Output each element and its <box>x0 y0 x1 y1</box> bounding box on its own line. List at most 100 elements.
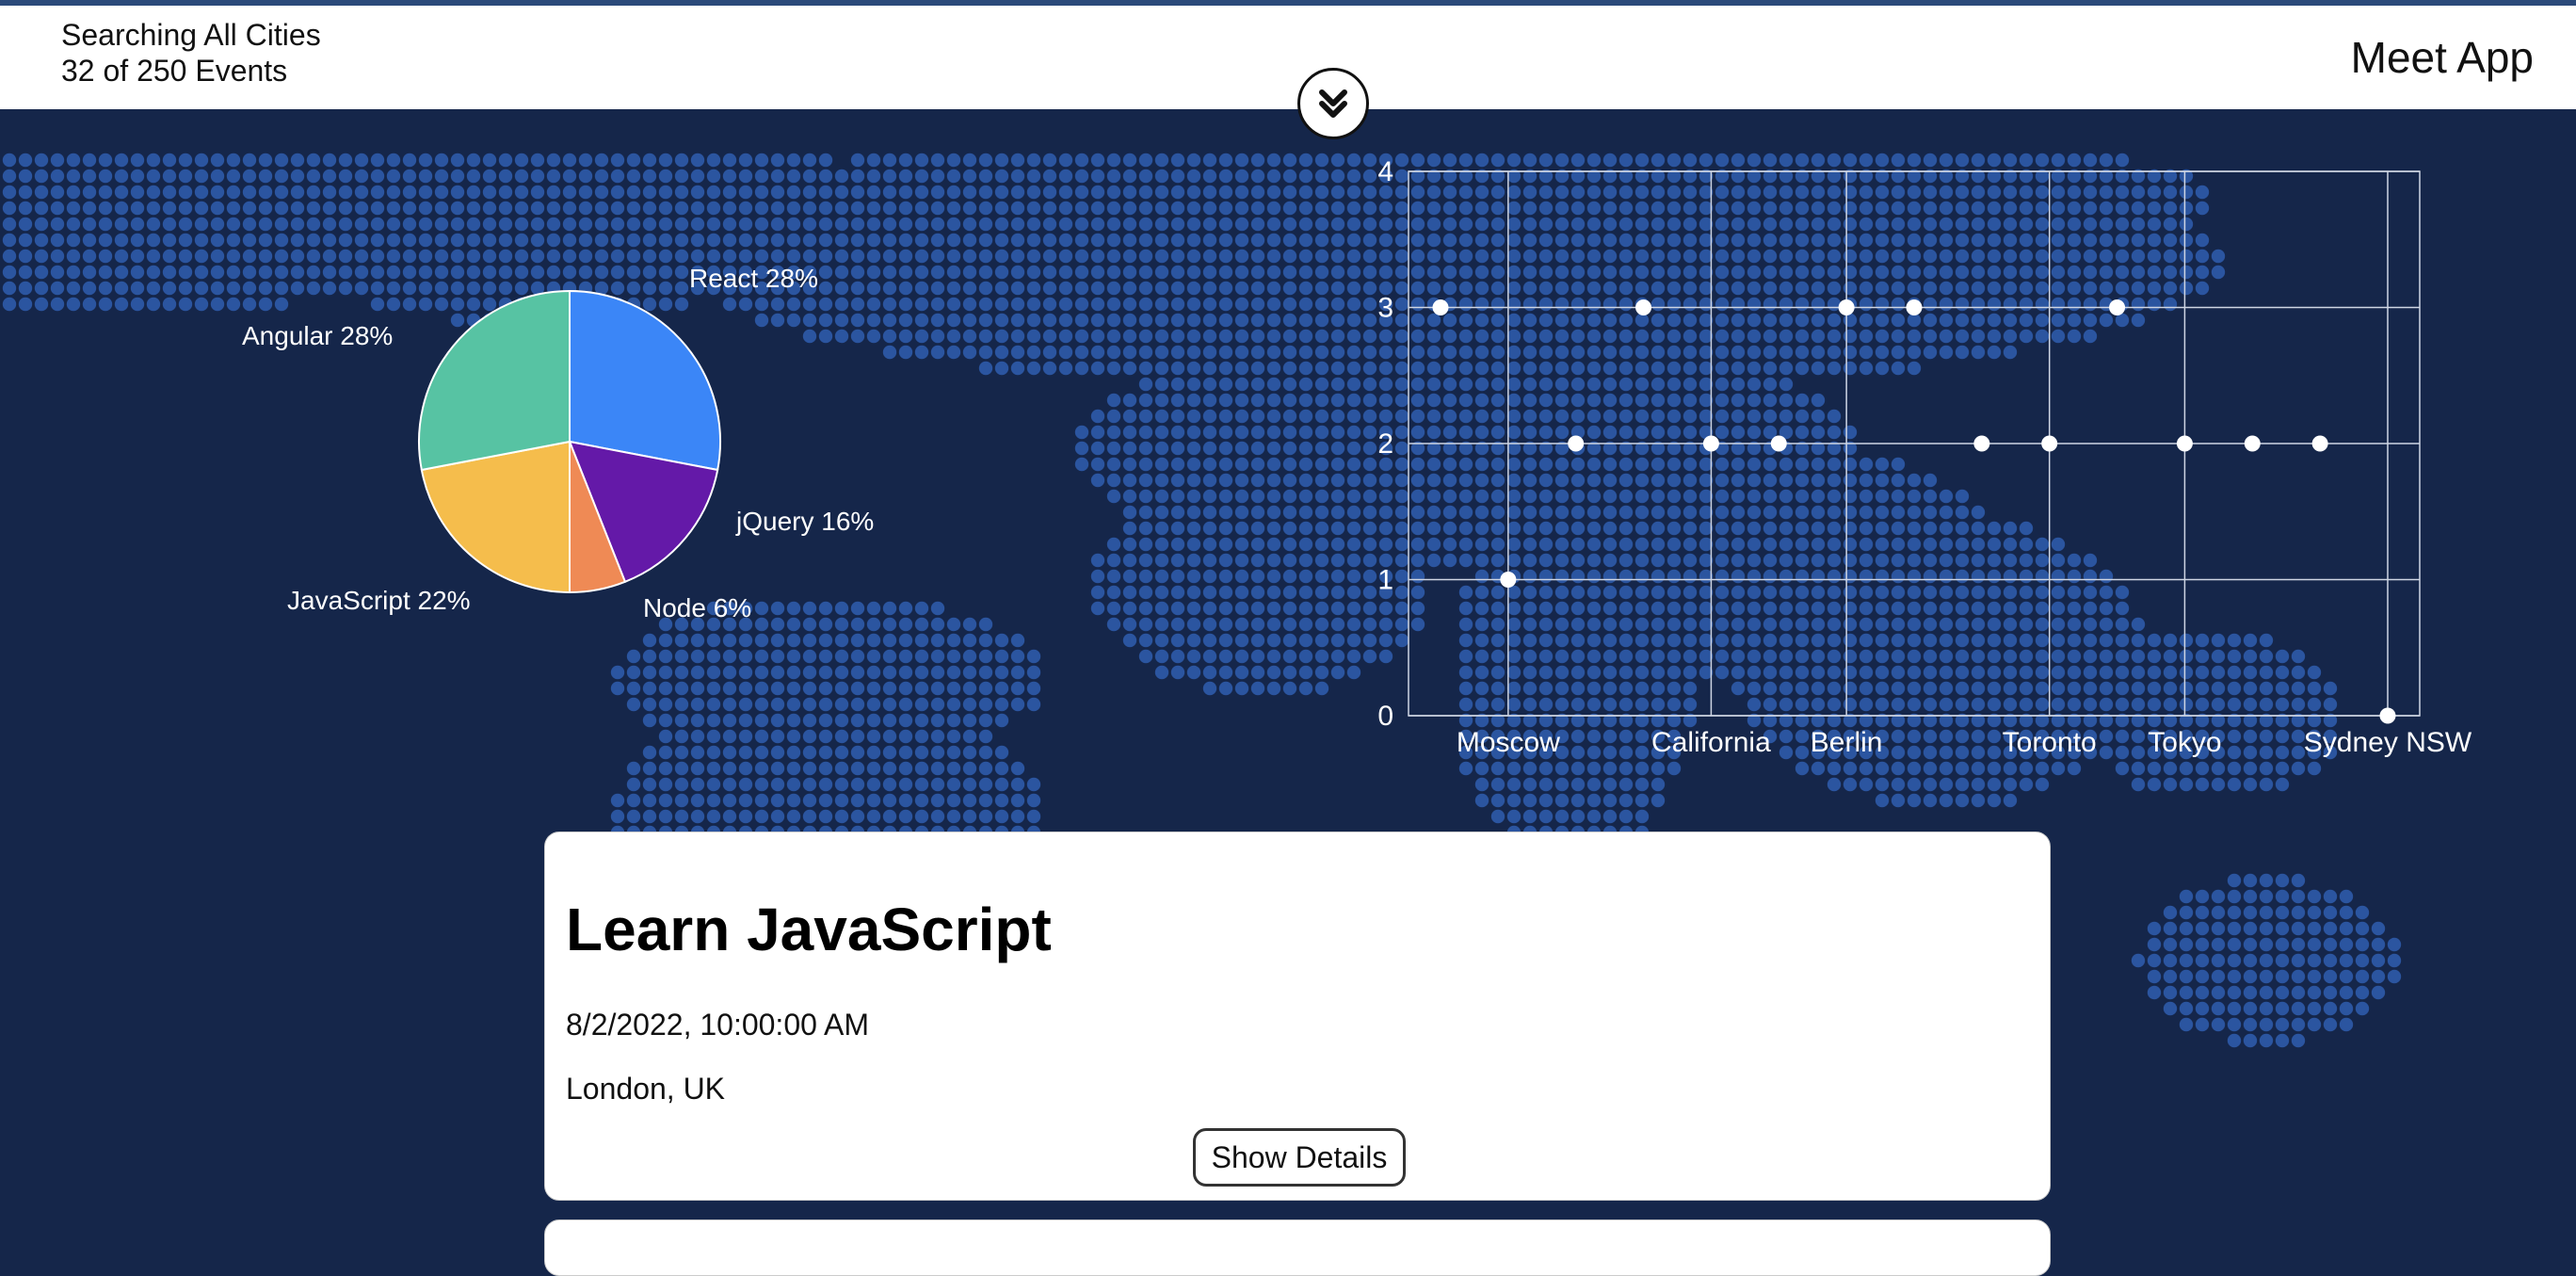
map-dot <box>242 153 257 168</box>
map-dot <box>1170 489 1185 504</box>
map-dot <box>914 761 929 776</box>
map-dot <box>1106 281 1121 296</box>
map-dot <box>1618 777 1634 792</box>
map-dot <box>498 185 513 200</box>
map-dot <box>674 793 689 808</box>
map-dot <box>2 153 17 168</box>
map-dot <box>2195 1017 2210 1032</box>
map-dot <box>1891 793 1906 808</box>
map-dot <box>2179 1001 2194 1016</box>
map-dot <box>466 217 481 232</box>
map-dot <box>834 745 849 760</box>
map-dot <box>338 169 353 184</box>
map-dot <box>1138 633 1153 648</box>
map-dot <box>578 201 593 216</box>
map-dot <box>978 681 993 696</box>
map-dot <box>2291 985 2306 1000</box>
map-dot <box>2147 921 2162 936</box>
map-dot <box>1170 281 1185 296</box>
map-dot <box>1282 185 1297 200</box>
map-dot <box>2131 777 2146 792</box>
scatter-point <box>2311 435 2328 452</box>
map-dot <box>930 665 945 680</box>
map-dot <box>2291 889 2306 904</box>
map-dot <box>1218 681 1233 696</box>
map-dot <box>1298 489 1313 504</box>
map-dot <box>50 297 65 312</box>
map-dot <box>2195 777 2210 792</box>
map-dot <box>674 665 689 680</box>
map-dot <box>626 185 641 200</box>
map-dot <box>1282 681 1297 696</box>
map-dot <box>994 201 1009 216</box>
map-dot <box>930 681 945 696</box>
map-dot <box>2195 921 2210 936</box>
map-dot <box>786 713 801 728</box>
map-dot <box>130 265 145 280</box>
show-details-button[interactable]: Show Details <box>1193 1128 1406 1187</box>
map-dot <box>1250 617 1265 632</box>
map-dot <box>18 153 33 168</box>
map-dot <box>2243 921 2258 936</box>
map-dot <box>1202 569 1217 584</box>
map-dot <box>1186 185 1201 200</box>
map-dot <box>834 185 849 200</box>
y-tick-label: 0 <box>1377 701 1393 732</box>
map-dot <box>130 297 145 312</box>
map-dot <box>114 281 129 296</box>
map-dot <box>1154 233 1169 248</box>
map-dot <box>34 281 49 296</box>
map-dot <box>578 153 593 168</box>
map-dot <box>1154 409 1169 424</box>
scatter-point <box>1770 435 1787 452</box>
map-dot <box>1154 585 1169 600</box>
map-dot <box>546 169 561 184</box>
map-dot <box>994 297 1009 312</box>
map-dot <box>1186 153 1201 168</box>
map-dot <box>1138 393 1153 408</box>
map-dot <box>370 185 385 200</box>
map-dot <box>34 169 49 184</box>
map-dot <box>914 745 929 760</box>
map-dot <box>1106 153 1121 168</box>
map-dot <box>658 745 673 760</box>
map-dot <box>1202 601 1217 616</box>
map-dot <box>1234 537 1249 552</box>
map-dot <box>1010 313 1025 328</box>
map-dot <box>1026 793 1041 808</box>
map-dot <box>66 233 81 248</box>
map-dot <box>706 713 721 728</box>
map-dot <box>162 153 177 168</box>
map-dot <box>1026 329 1041 344</box>
map-dot <box>1186 233 1201 248</box>
map-dot <box>770 793 785 808</box>
map-dot <box>994 633 1009 648</box>
map-dot <box>978 217 993 232</box>
map-dot <box>1266 633 1281 648</box>
map-dot <box>802 153 817 168</box>
map-dot <box>1138 457 1153 472</box>
map-dot <box>962 249 977 264</box>
map-dot <box>546 201 561 216</box>
map-dot <box>1939 777 1954 792</box>
map-dot <box>994 809 1009 824</box>
map-dot <box>402 169 417 184</box>
map-dot <box>274 185 289 200</box>
map-dot <box>738 777 753 792</box>
map-dot <box>1186 585 1201 600</box>
map-dot <box>1586 809 1602 824</box>
map-dot <box>610 153 625 168</box>
map-dot <box>930 809 945 824</box>
map-dot <box>738 185 753 200</box>
map-dot <box>802 761 817 776</box>
map-dot <box>466 169 481 184</box>
map-dot <box>1570 777 1586 792</box>
map-dot <box>2387 937 2402 952</box>
map-dot <box>194 185 209 200</box>
toggle-filters-button[interactable] <box>1297 68 1369 139</box>
map-dot <box>1170 393 1185 408</box>
map-dot <box>18 297 33 312</box>
map-dot <box>962 617 977 632</box>
map-dot <box>994 329 1009 344</box>
map-dot <box>1250 425 1265 440</box>
